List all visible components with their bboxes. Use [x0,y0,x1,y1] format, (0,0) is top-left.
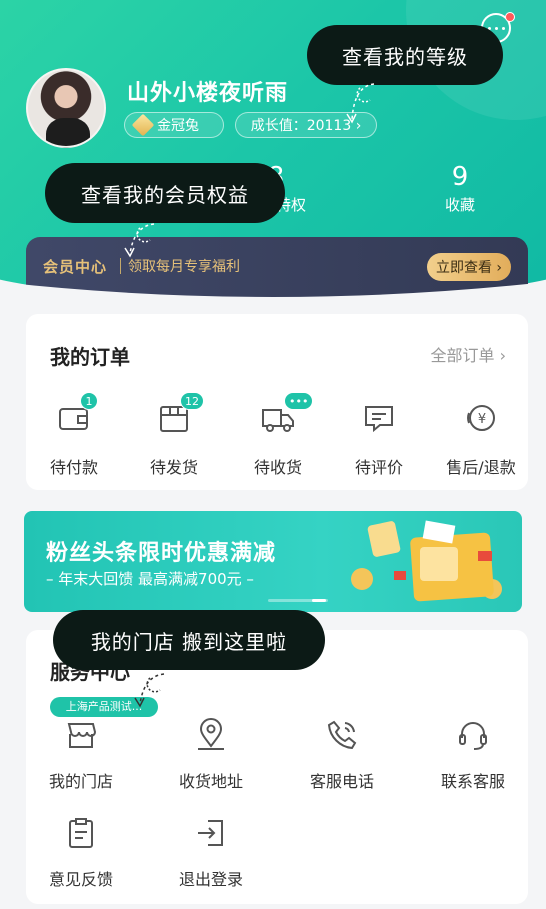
promo-title: 粉丝头条限时优惠满减 [46,541,277,566]
tip-pointer-arrow-icon [118,220,158,264]
box-icon: 12 [156,392,204,436]
order-label: 待评价 [354,458,403,477]
tip-view-member-benefits[interactable]: 查看我的会员权益 [45,163,285,223]
truck-icon: ••• [260,392,314,436]
order-pending-payment[interactable]: 1 待付款 [24,392,124,478]
header-curve [0,282,546,312]
my-orders-card: 我的订单 全部订单 › 1 待付款 12 待发货 ••• 待收货 待评价 ¥ 售… [26,314,528,490]
service-label: 意见反馈 [48,870,113,889]
svg-text:¥: ¥ [478,412,486,427]
username: 山外小楼夜听雨 [127,81,289,106]
service-logout[interactable]: 退出登录 [156,816,266,890]
order-label: 待收货 [253,458,302,477]
wallet-illustration [351,520,502,602]
tip-view-level[interactable]: 查看我的等级 [307,25,503,85]
order-refund[interactable]: ¥ 售后/退款 [431,400,531,478]
service-label: 客服电话 [309,772,374,791]
order-label: 待付款 [49,458,98,477]
member-level-label: 金冠兔 [157,118,199,134]
tip-pointer-arrow-icon [338,80,378,130]
promo-banner[interactable]: 粉丝头条限时优惠满减 – 年末大回馈 最高满减700元 – [24,511,522,612]
service-hotline[interactable]: 客服电话 [287,718,397,792]
stat-label: 收藏 [444,196,475,214]
unread-dot [505,12,515,22]
headset-icon [456,718,490,752]
service-label: 我的门店 [48,772,113,791]
stat-value: 9 [451,162,469,192]
order-label: 售后/退款 [446,458,516,477]
all-orders-link[interactable]: 全部订单 › [431,342,507,366]
comment-icon [361,400,397,436]
location-icon [194,718,228,752]
service-contact[interactable]: 联系客服 [418,718,528,792]
member-center-title: 会员中心 [43,258,108,276]
order-label: 待发货 [149,458,198,477]
promo-subtitle: – 年末大回馈 最高满减700元 – [46,570,254,588]
order-pending-receipt[interactable]: ••• 待收货 [228,392,328,478]
view-now-button[interactable]: 立即查看 › [427,253,511,281]
orders-title: 我的订单 [50,345,130,369]
feedback-icon [64,816,98,850]
service-feedback[interactable]: 意见反馈 [26,816,136,890]
service-center-card: 服务中心 我的门店 收货地址 客服电话 联系客服 意见反馈 退出登录 [26,630,528,904]
order-badge: ••• [284,392,314,410]
service-label: 收货地址 [178,772,243,791]
stat-favorites[interactable]: 9 收藏 [400,160,520,216]
tip-pointer-arrow-icon [128,670,168,712]
refund-icon: ¥ [463,400,499,436]
service-address[interactable]: 收货地址 [156,718,266,792]
service-my-store[interactable]: 我的门店 [26,718,136,792]
carousel-indicator[interactable] [268,599,328,602]
wallet-icon: 1 [56,392,98,436]
order-badge: 1 [80,392,98,410]
order-badge: 12 [180,392,204,410]
phone-icon [325,718,359,752]
service-label: 联系客服 [440,772,505,791]
tip-store-moved[interactable]: 我的门店 搬到这里啦 [53,610,325,670]
diamond-icon [131,113,155,137]
order-pending-shipment[interactable]: 12 待发货 [124,392,224,478]
avatar[interactable] [26,68,106,148]
service-label: 退出登录 [178,870,243,889]
logout-icon [194,816,228,850]
member-level-badge[interactable]: 金冠兔 [124,112,224,138]
order-pending-review[interactable]: 待评价 [329,400,429,478]
store-icon [64,718,98,752]
